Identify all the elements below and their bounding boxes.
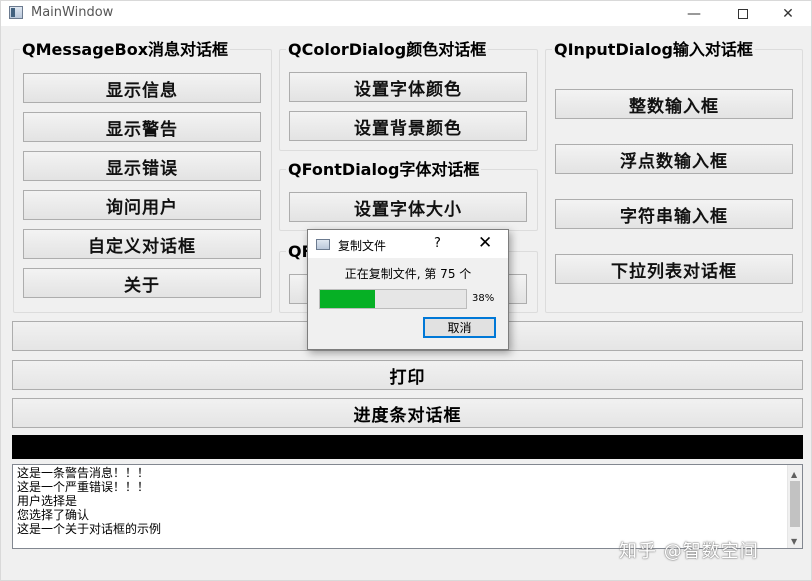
app-window-icon [9,6,23,19]
minimize-button[interactable]: — [671,1,717,26]
window-title: MainWindow [31,5,114,20]
color-dialog-group-title: QColorDialog颜色对话框 [286,40,489,59]
about-button[interactable]: 关于 [23,268,261,298]
maximize-button[interactable] [720,1,766,26]
dialog-close-button[interactable]: ✕ [478,233,492,253]
log-line: 这是一条警告消息！！！ [17,466,150,480]
scrollbar-thumb[interactable] [790,481,800,527]
float-input-button[interactable]: 浮点数输入框 [555,144,793,174]
log-line: 用户选择是 [17,494,78,508]
watermark: 知乎 @智数空间 [619,541,759,562]
black-display-bar [12,435,803,459]
copy-file-progress-dialog: 复制文件 ? ✕ 正在复制文件, 第 75 个 38% 取消 [307,229,509,350]
set-font-size-button[interactable]: 设置字体大小 [289,192,527,222]
cancel-button[interactable]: 取消 [423,317,496,338]
maximize-icon [738,8,748,19]
scroll-down-icon[interactable]: ▼ [791,535,797,549]
set-background-color-button[interactable]: 设置背景颜色 [289,111,527,141]
close-button[interactable]: ✕ [765,1,811,26]
dialog-title-bar: 复制文件 ? ✕ [308,230,508,258]
show-info-button[interactable]: 显示信息 [23,73,261,103]
progress-bar-fill [320,290,376,308]
font-dialog-group-title: QFontDialog字体对话框 [286,160,482,179]
main-window: MainWindow — ✕ QMessageBox消息对话框 显示信息 显示警… [0,0,812,581]
custom-dialog-button[interactable]: 自定义对话框 [23,229,261,259]
integer-input-button[interactable]: 整数输入框 [555,89,793,119]
show-error-button[interactable]: 显示错误 [23,151,261,181]
message-box-group-title: QMessageBox消息对话框 [20,40,231,59]
print-button[interactable]: 打印 [12,360,803,390]
set-font-color-button[interactable]: 设置字体颜色 [289,72,527,102]
ask-user-button[interactable]: 询问用户 [23,190,261,220]
dialog-window-icon [316,239,330,250]
log-line: 这是一个关于对话框的示例 [17,522,162,536]
progress-percent: 38% [472,293,495,304]
string-input-button[interactable]: 字符串输入框 [555,199,793,229]
progress-message: 正在复制文件, 第 75 个 [344,267,472,281]
input-dialog-group-title: QInputDialog输入对话框 [552,40,755,59]
log-line: 这是一个严重错误！！！ [17,480,150,494]
dropdown-list-dialog-button[interactable]: 下拉列表对话框 [555,254,793,284]
help-button[interactable]: ? [434,236,441,251]
title-bar: MainWindow — ✕ [1,1,811,26]
progress-bar [319,289,467,309]
show-warning-button[interactable]: 显示警告 [23,112,261,142]
progress-dialog-button[interactable]: 进度条对话框 [12,398,803,428]
dialog-title: 复制文件 [338,239,387,253]
log-line: 您选择了确认 [17,508,90,522]
scroll-up-icon[interactable]: ▲ [791,468,797,482]
log-scrollbar[interactable]: ▲ ▼ [787,465,802,548]
